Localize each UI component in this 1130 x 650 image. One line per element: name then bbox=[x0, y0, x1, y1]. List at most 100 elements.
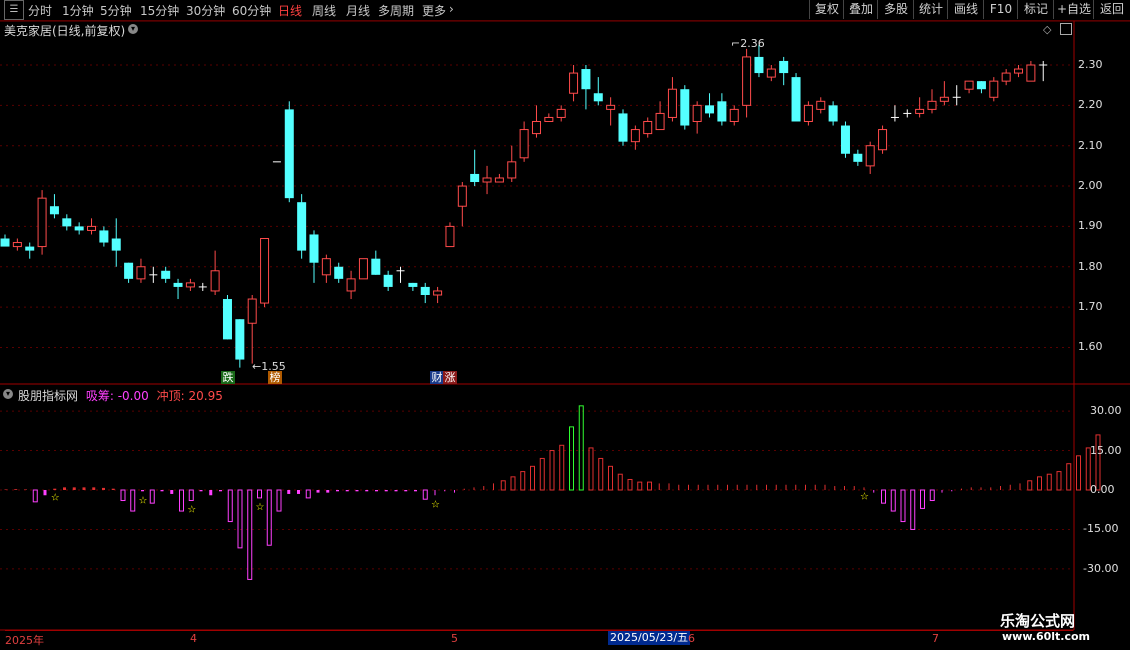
indicator-bar bbox=[647, 481, 652, 491]
candle-body bbox=[445, 225, 455, 248]
indicator-bar bbox=[890, 489, 896, 512]
candle-body bbox=[1001, 72, 1011, 82]
high-value: 2.36 bbox=[740, 37, 765, 50]
watermark-url: www.60lt.com bbox=[1002, 630, 1091, 643]
candle-body bbox=[222, 299, 232, 340]
candle-body bbox=[408, 282, 418, 287]
candle-body bbox=[655, 112, 665, 131]
price-tick: 1.60 bbox=[1078, 340, 1103, 354]
candle-body bbox=[729, 108, 739, 122]
candle-body bbox=[346, 278, 356, 292]
x-label-apr: 4 bbox=[190, 632, 197, 645]
x-label-year: 2025年 bbox=[5, 634, 44, 647]
candle-body bbox=[816, 100, 826, 110]
event-tag-rank[interactable]: 榜 bbox=[268, 371, 282, 384]
indicator-bar bbox=[276, 489, 282, 512]
candle-body bbox=[667, 88, 677, 118]
chart-canvas[interactable]: ☆ ☆ ☆ ☆ ☆ ☆ bbox=[0, 0, 1130, 650]
candle-body bbox=[1014, 68, 1024, 74]
candle-body bbox=[803, 104, 813, 122]
indicator-bar bbox=[188, 489, 194, 502]
indicator-bar bbox=[520, 471, 526, 491]
price-tick: 1.80 bbox=[1078, 259, 1103, 273]
candle-body bbox=[779, 60, 789, 74]
indicator-bar bbox=[179, 489, 184, 512]
candle-body bbox=[964, 80, 974, 90]
indicator-bar bbox=[305, 489, 311, 499]
indicator-bar bbox=[530, 465, 535, 491]
candle-body bbox=[457, 185, 467, 207]
indicator-bar bbox=[1076, 455, 1081, 491]
price-tick: 2.20 bbox=[1078, 98, 1103, 112]
candle-body bbox=[260, 238, 270, 304]
indicator-bar bbox=[500, 480, 506, 491]
indicator-bar bbox=[617, 473, 623, 491]
indicator-bar bbox=[149, 489, 155, 504]
x-label-jul: 7 bbox=[932, 632, 939, 645]
indicator-bar bbox=[510, 476, 516, 491]
candle-body bbox=[680, 89, 690, 126]
indicator-bar bbox=[539, 457, 545, 491]
candle-body bbox=[754, 56, 764, 74]
event-tag-down[interactable]: 跌 bbox=[221, 371, 235, 384]
candle-body bbox=[989, 80, 999, 98]
indicator-bar bbox=[578, 405, 584, 491]
candle-body bbox=[569, 72, 579, 94]
candle-body bbox=[49, 206, 59, 215]
candle-body bbox=[766, 68, 776, 78]
indicator-bar bbox=[227, 489, 233, 523]
indicator-bar bbox=[422, 489, 428, 500]
candle-body bbox=[74, 226, 84, 231]
candle-body bbox=[247, 298, 257, 324]
star-icon: ☆ bbox=[431, 499, 440, 510]
candle-body bbox=[927, 100, 937, 110]
candle-body bbox=[705, 105, 715, 114]
candle-body bbox=[840, 125, 850, 154]
candle-body bbox=[717, 101, 727, 122]
candle-body bbox=[828, 105, 838, 122]
candle-body bbox=[111, 238, 121, 251]
candle-body bbox=[210, 270, 220, 292]
candle-body bbox=[878, 129, 888, 151]
candle-body bbox=[235, 319, 245, 360]
candle-body bbox=[358, 258, 368, 280]
indicator-tick: -30.00 bbox=[1083, 561, 1119, 575]
candle-body bbox=[173, 282, 183, 287]
event-tag-finance[interactable]: 财 bbox=[430, 371, 444, 384]
star-icon: ☆ bbox=[256, 502, 265, 513]
x-axis-line bbox=[5, 630, 1073, 631]
indicator-bar bbox=[120, 489, 126, 502]
candle-body bbox=[643, 120, 653, 135]
indicator-bar bbox=[598, 457, 604, 491]
candle-body bbox=[62, 218, 72, 227]
candle-body bbox=[297, 202, 307, 251]
candle-body bbox=[606, 104, 616, 110]
indicator-bar bbox=[608, 465, 613, 491]
price-tick: 1.90 bbox=[1078, 219, 1103, 233]
indicator-bar bbox=[247, 489, 253, 580]
x-label-jun: 6 bbox=[688, 632, 695, 645]
indicator-bar bbox=[559, 444, 565, 491]
event-tag-up[interactable]: 涨 bbox=[443, 371, 457, 384]
candle-body bbox=[865, 145, 875, 167]
candle-body bbox=[915, 108, 925, 114]
candle-body bbox=[791, 77, 801, 122]
candle-body bbox=[531, 120, 541, 135]
star-icon: ☆ bbox=[51, 493, 60, 504]
candle-body bbox=[99, 230, 109, 243]
indicator-bar bbox=[237, 489, 243, 549]
watermark-title: 乐淘公式网 bbox=[1000, 612, 1076, 630]
star-icon: ☆ bbox=[187, 505, 196, 516]
indicator-bar bbox=[920, 489, 925, 509]
indicator-bar bbox=[900, 489, 906, 523]
candle-body bbox=[482, 177, 492, 183]
candle-body bbox=[309, 234, 319, 263]
price-tick: 2.30 bbox=[1078, 58, 1103, 71]
indicator-bar bbox=[588, 447, 594, 491]
candle-body bbox=[593, 93, 603, 102]
candle-body bbox=[87, 225, 97, 231]
indicator-bar bbox=[32, 489, 38, 503]
indicator-tick: 15.00 bbox=[1090, 443, 1122, 457]
candle-body bbox=[136, 266, 146, 280]
candle-body bbox=[25, 246, 35, 251]
